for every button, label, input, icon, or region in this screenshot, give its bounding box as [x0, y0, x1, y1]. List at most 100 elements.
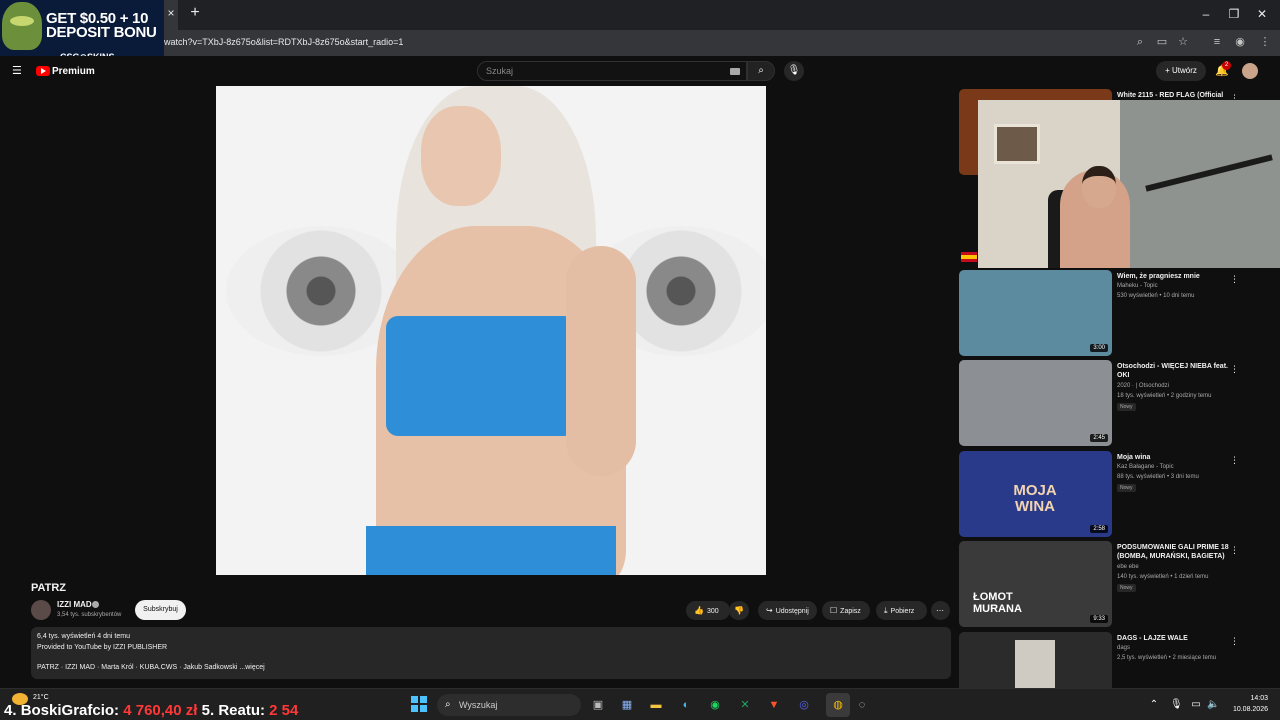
search-button[interactable]: ⌕ [747, 61, 775, 81]
microphone-tray-icon[interactable]: 🎙 [1170, 698, 1183, 712]
more-actions-button[interactable]: ⋯ [931, 601, 950, 620]
volume-icon[interactable]: 🔈 [1207, 698, 1219, 712]
close-window-icon[interactable]: ✕ [1252, 6, 1272, 22]
spain-flag-icon [961, 252, 977, 262]
dislike-button[interactable]: 👎 [729, 601, 749, 620]
video-thumbnail[interactable]: 3:00 [959, 270, 1112, 356]
media-controls-icon[interactable]: ≡ [1210, 35, 1224, 49]
channel-avatar[interactable] [31, 600, 51, 620]
network-icon[interactable]: ▭ [1190, 698, 1202, 712]
create-button[interactable]: + Utwórz [1156, 61, 1206, 81]
app-icon[interactable]: ◌ [852, 695, 872, 715]
thumbs-up-icon: 👍 [694, 606, 704, 615]
download-button[interactable]: ⤓ Pobierz [876, 601, 927, 620]
clock-date[interactable]: 10.08.2026 [1228, 706, 1268, 713]
zoom-icon[interactable]: ⌕ [1133, 35, 1147, 49]
windows-taskbar: 21°C 4. BoskiGrafcio: 4 760,40 zł 5. Rea… [0, 688, 1280, 720]
more-vertical-icon[interactable]: ⋮ [1230, 362, 1239, 376]
recommended-title[interactable]: Wiem, że pragniesz mnie [1117, 272, 1235, 281]
video-player[interactable] [216, 86, 766, 575]
search-input[interactable]: Szukaj [477, 61, 747, 81]
recommended-video[interactable]: ŁOMOT MURANA 9:33 PODSUMOWANIE GALI PRIM… [959, 541, 1259, 629]
browser-menu-icon[interactable]: ⋮ [1258, 35, 1272, 49]
discord-icon[interactable]: ◎ [794, 695, 814, 715]
new-tab-button[interactable]: + [186, 4, 204, 22]
recommended-title[interactable]: White 2115 - RED FLAG (Official [1117, 91, 1235, 100]
recommended-channel[interactable]: Maheku - Topic [1117, 283, 1158, 289]
cast-icon[interactable]: ▭ [1155, 35, 1169, 49]
video-thumbnail[interactable]: 2:45 [959, 360, 1112, 446]
profile-icon[interactable]: ◉ [1233, 35, 1247, 49]
more-horizontal-icon: ⋯ [936, 606, 944, 615]
youtube-logo-icon[interactable] [36, 66, 50, 76]
maximize-icon[interactable]: ❐ [1224, 6, 1244, 22]
share-button[interactable]: ↪ Udostępnij [758, 601, 817, 620]
brave-icon[interactable]: ▼ [764, 695, 784, 715]
taskbar-search-input[interactable]: ⌕ Wyszukaj [437, 694, 581, 716]
view-count-date: 6,4 tys. wyświetleń 4 dni temu [37, 633, 130, 640]
edge-icon[interactable]: ◐ [676, 695, 696, 715]
url-field[interactable]: watch?v=TXbJ-8z675o&list=RDTXbJ-8z675o&s… [160, 32, 1160, 54]
file-explorer-icon[interactable]: ▬ [646, 695, 666, 715]
weather-temperature[interactable]: 21°C [33, 694, 49, 701]
new-badge: Nowy [1117, 584, 1136, 592]
video-duration: 3:00 [1090, 344, 1108, 352]
voice-search-icon[interactable]: 🎙 [784, 61, 804, 81]
recommended-title[interactable]: PODSUMOWANIE GALI PRIME 18 (BOMBA, MURAŃ… [1117, 543, 1235, 561]
user-avatar[interactable] [1242, 63, 1258, 79]
youtube-header: ☰ Premium Szukaj ⌕ 🎙 + Utwórz 🔔 2 [0, 56, 1280, 86]
ad-mascot-image [2, 2, 42, 50]
excel-icon[interactable]: ✕ [735, 695, 755, 715]
more-vertical-icon[interactable]: ⋮ [1230, 272, 1239, 286]
recommended-channel[interactable]: ebe ebe [1117, 564, 1139, 570]
video-thumbnail[interactable]: MOJA WINA 2:58 [959, 451, 1112, 537]
recommended-video[interactable]: 3:00 Wiem, że pragniesz mnie Maheku - To… [959, 270, 1259, 358]
minimize-icon[interactable]: – [1196, 6, 1216, 22]
tab-close-icon[interactable]: × [164, 6, 178, 20]
more-vertical-icon[interactable]: ⋮ [1230, 543, 1239, 557]
recommended-channel[interactable]: Kaz Bałagane - Topic [1117, 464, 1174, 470]
save-playlist-icon: ☐ [830, 606, 838, 615]
more-vertical-icon[interactable]: ⋮ [1230, 453, 1239, 467]
keyboard-icon[interactable] [730, 68, 740, 75]
recommended-video[interactable]: MOJA WINA 2:58 Moja wina Kaz Bałagane - … [959, 451, 1259, 539]
address-bar: watch?v=TXbJ-8z675o&list=RDTXbJ-8z675o&s… [0, 30, 1280, 56]
task-view-icon[interactable]: ▣ [588, 695, 608, 715]
tray-overflow-icon[interactable]: ⌃ [1148, 698, 1160, 712]
bookmark-star-icon[interactable]: ☆ [1176, 35, 1190, 49]
overlay-name-2: Reatu: [218, 702, 265, 719]
description-credits: PATRZ · IZZI MAD · Marta Król · KUBA.CWS… [37, 664, 265, 671]
webcam-picture-frame [994, 124, 1040, 164]
windows-start-icon[interactable] [411, 696, 427, 712]
new-badge: Nowy [1117, 484, 1136, 492]
menu-hamburger-icon[interactable]: ☰ [12, 65, 24, 77]
recommended-channel[interactable]: dags [1117, 645, 1130, 651]
save-button[interactable]: ☐ Zapisz [822, 601, 870, 620]
recommended-title[interactable]: Otsochodzi - WIĘCEJ NIEBA feat. OKI [1117, 362, 1235, 380]
recommended-video[interactable]: DAGS - LAJZE WALE dags 2,5 tys. wyświetl… [959, 632, 1259, 688]
like-count: 300 [706, 608, 719, 615]
like-button[interactable]: 👍 300 [686, 601, 730, 620]
store-icon[interactable]: ▦ [617, 695, 637, 715]
subscribe-button[interactable]: Subskrybuj [135, 600, 186, 620]
recommended-channel[interactable]: 2020 · | Otsochodzi [1117, 383, 1169, 389]
clock-time[interactable]: 14:03 [1238, 695, 1268, 702]
spotify-icon[interactable]: ◉ [705, 695, 725, 715]
more-vertical-icon[interactable]: ⋮ [1230, 634, 1239, 648]
chrome-icon[interactable]: ◍ [828, 695, 848, 715]
thumbnail-figure [1015, 640, 1055, 688]
recommended-meta: 88 tys. wyświetleń • 3 dni temu [1117, 474, 1199, 480]
channel-name[interactable]: IZZI MAD [57, 600, 92, 609]
description-provided-by: Provided to YouTube by IZZI PUBLISHER [37, 644, 168, 651]
download-label: Pobierz [890, 608, 915, 615]
description-box[interactable]: 6,4 tys. wyświetleń 4 dni temu Provided … [31, 627, 951, 679]
video-thumbnail[interactable] [959, 632, 1112, 688]
video-thumbnail[interactable]: ŁOMOT MURANA 9:33 [959, 541, 1112, 627]
recommended-video[interactable]: 2:45 Otsochodzi - WIĘCEJ NIEBA feat. OKI… [959, 360, 1259, 448]
recommended-title[interactable]: DAGS - LAJZE WALE [1117, 634, 1235, 643]
recommended-meta: 2,5 tys. wyświetleń • 2 miesiące temu [1117, 655, 1217, 661]
youtube-premium-label[interactable]: Premium [52, 66, 95, 77]
recommended-title[interactable]: Moja wina [1117, 453, 1235, 462]
url-text: watch?v=TXbJ-8z675o&list=RDTXbJ-8z675o&s… [164, 37, 404, 47]
overlay-value-1: 4 760,40 zł [123, 702, 198, 719]
